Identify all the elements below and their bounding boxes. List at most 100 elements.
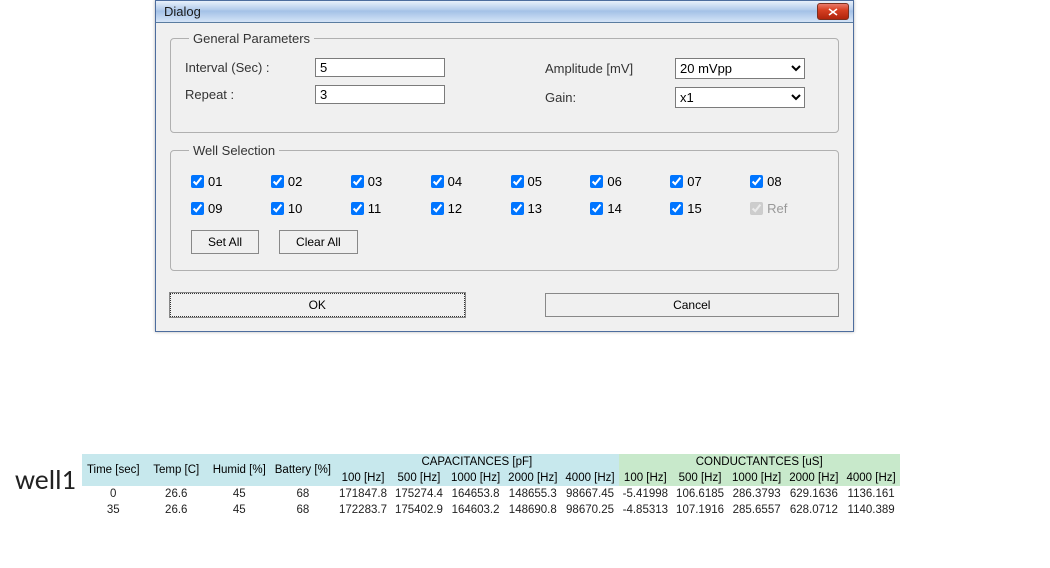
table-cell: -5.41998 (619, 486, 672, 502)
well-checkbox-09[interactable]: 09 (191, 201, 259, 216)
general-parameters-legend: General Parameters (189, 31, 314, 46)
table-cell: 1140.389 (842, 502, 899, 518)
well-checkbox-14[interactable]: 14 (590, 201, 658, 216)
well-checkbox-12[interactable]: 12 (431, 201, 499, 216)
table-cell: 26.6 (145, 486, 208, 502)
table-cell: 68 (271, 502, 335, 518)
well-checkbox-07[interactable]: 07 (670, 174, 738, 189)
well-checkbox-15[interactable]: 15 (670, 201, 738, 216)
table-cell: 106.6185 (672, 486, 728, 502)
amplitude-select[interactable]: 20 mVpp (675, 58, 805, 79)
col-temp: Temp [C] (145, 454, 208, 486)
cond-freq-header: 500 [Hz] (672, 470, 728, 486)
well-checkbox-input (750, 202, 763, 215)
well-checkbox-input[interactable] (431, 202, 444, 215)
well-checkbox-08[interactable]: 08 (750, 174, 818, 189)
cap-freq-header: 4000 [Hz] (561, 470, 618, 486)
data-table-area: well1 Time [sec] Temp [C] Humid [%] Batt… (15, 454, 900, 518)
well-checkbox-03[interactable]: 03 (351, 174, 419, 189)
table-cell: 285.6557 (728, 502, 785, 518)
cap-freq-header: 100 [Hz] (335, 470, 391, 486)
ok-button[interactable]: OK (170, 293, 465, 317)
title-bar: Dialog (156, 1, 853, 23)
well-checkbox-label: Ref (767, 201, 787, 216)
well-checkbox-input[interactable] (670, 202, 683, 215)
well-checkbox-11[interactable]: 11 (351, 201, 419, 216)
well-checkbox-input[interactable] (511, 202, 524, 215)
cond-freq-header: 4000 [Hz] (842, 470, 899, 486)
set-all-button[interactable]: Set All (191, 230, 259, 254)
well-checkbox-ref: Ref (750, 201, 818, 216)
cancel-button[interactable]: Cancel (545, 293, 840, 317)
well-checkbox-10[interactable]: 10 (271, 201, 339, 216)
close-button[interactable] (817, 3, 849, 20)
well-checkbox-label: 01 (208, 174, 222, 189)
well-checkbox-input[interactable] (271, 202, 284, 215)
table-cell: 628.0712 (785, 502, 842, 518)
dialog-window: Dialog General Parameters Interval (Sec)… (155, 0, 854, 332)
well-checkbox-input[interactable] (351, 202, 364, 215)
well-checkbox-13[interactable]: 13 (511, 201, 579, 216)
well-checkbox-label: 13 (528, 201, 542, 216)
dialog-title: Dialog (164, 4, 817, 19)
well-checkbox-input[interactable] (590, 175, 603, 188)
cap-freq-header: 1000 [Hz] (447, 470, 504, 486)
table-cell: 35 (82, 502, 145, 518)
well-selection-group: Well Selection 01 02 03 04 05 06 07 08 09 10 11 12 1… (170, 143, 839, 271)
well-checkbox-input[interactable] (191, 202, 204, 215)
well-checkbox-input[interactable] (511, 175, 524, 188)
gain-select[interactable]: x1 (675, 87, 805, 108)
well-checkbox-label: 10 (288, 201, 302, 216)
cap-freq-header: 2000 [Hz] (504, 470, 561, 486)
amplitude-label: Amplitude [mV] (545, 61, 675, 76)
table-cell: 286.3793 (728, 486, 785, 502)
well-checkbox-label: 12 (448, 201, 462, 216)
table-cell: 45 (208, 502, 271, 518)
table-cell: 148690.8 (504, 502, 561, 518)
gain-label: Gain: (545, 90, 675, 105)
well-checkbox-label: 07 (687, 174, 701, 189)
repeat-input[interactable] (315, 85, 445, 104)
well-checkbox-label: 15 (687, 201, 701, 216)
well-checkbox-input[interactable] (431, 175, 444, 188)
well-checkbox-label: 06 (607, 174, 621, 189)
table-cell: 629.1636 (785, 486, 842, 502)
well-checkbox-label: 11 (368, 201, 382, 216)
repeat-label: Repeat : (185, 87, 315, 102)
table-cell: 171847.8 (335, 486, 391, 502)
cond-freq-header: 1000 [Hz] (728, 470, 785, 486)
well-checkbox-input[interactable] (590, 202, 603, 215)
well-checkbox-label: 03 (368, 174, 382, 189)
clear-all-button[interactable]: Clear All (279, 230, 358, 254)
table-cell: 45 (208, 486, 271, 502)
well-checkbox-06[interactable]: 06 (590, 174, 658, 189)
well-checkbox-label: 05 (528, 174, 542, 189)
table-cell: 0 (82, 486, 145, 502)
well-checkbox-02[interactable]: 02 (271, 174, 339, 189)
well-checkbox-05[interactable]: 05 (511, 174, 579, 189)
close-icon (828, 8, 838, 16)
well-checkbox-label: 09 (208, 201, 222, 216)
interval-input[interactable] (315, 58, 445, 77)
table-cell: 175402.9 (391, 502, 447, 518)
col-humid: Humid [%] (208, 454, 271, 486)
well-checkbox-label: 04 (448, 174, 462, 189)
well-checkbox-01[interactable]: 01 (191, 174, 259, 189)
well-checkbox-04[interactable]: 04 (431, 174, 499, 189)
table-cell: 26.6 (145, 502, 208, 518)
cond-freq-header: 2000 [Hz] (785, 470, 842, 486)
well-name-label: well1 (15, 462, 76, 497)
well-checkbox-input[interactable] (750, 175, 763, 188)
well-selection-legend: Well Selection (189, 143, 279, 158)
table-cell: 107.1916 (672, 502, 728, 518)
table-cell: 98667.45 (561, 486, 618, 502)
well-checkbox-input[interactable] (670, 175, 683, 188)
well-checkbox-input[interactable] (191, 175, 204, 188)
table-cell: 98670.25 (561, 502, 618, 518)
cap-freq-header: 500 [Hz] (391, 470, 447, 486)
well-checkbox-input[interactable] (351, 175, 364, 188)
well-checkbox-input[interactable] (271, 175, 284, 188)
well-checkbox-label: 02 (288, 174, 302, 189)
table-cell: -4.85313 (619, 502, 672, 518)
table-cell: 68 (271, 486, 335, 502)
